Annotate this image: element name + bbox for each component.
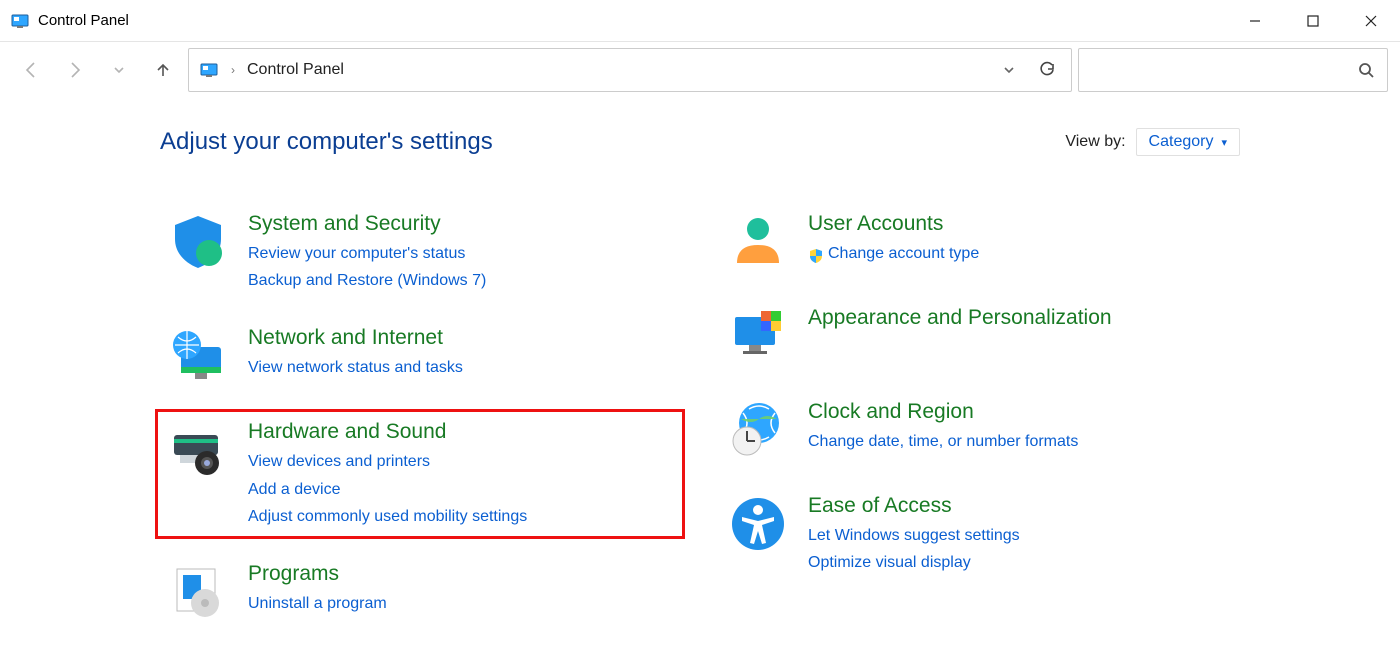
category-title[interactable]: User Accounts [808,212,979,236]
globe-monitor-icon [166,324,230,388]
nav-row: › Control Panel [0,42,1400,98]
left-column: System and Security Review your computer… [160,206,680,628]
control-panel-appicon [10,11,30,31]
accessibility-icon [726,492,790,556]
category-title[interactable]: Ease of Access [808,494,1020,518]
maximize-button[interactable] [1284,0,1342,42]
category-programs: Programs Uninstall a program [160,556,680,628]
category-link[interactable]: Optimize visual display [808,549,1020,576]
category-link[interactable]: Change account type [808,240,979,267]
category-title[interactable]: Hardware and Sound [248,420,527,444]
address-icon [199,60,219,80]
category-title[interactable]: Network and Internet [248,326,463,350]
title-bar: Control Panel [0,0,1400,42]
category-link[interactable]: Add a device [248,476,527,503]
person-icon [726,210,790,274]
up-button[interactable] [144,51,182,89]
view-by-dropdown[interactable]: Category ▾ [1136,128,1240,156]
shield-icon [166,210,230,274]
monitor-colors-icon [726,304,790,368]
category-link-text: Change account type [828,245,979,262]
right-column: User Accounts Change account type [720,206,1240,628]
close-button[interactable] [1342,0,1400,42]
category-title[interactable]: System and Security [248,212,486,236]
category-link[interactable]: View devices and printers [248,448,527,475]
forward-button[interactable] [56,51,94,89]
window-title: Control Panel [38,12,129,29]
chevron-down-icon: ▾ [1221,136,1227,149]
category-link[interactable]: Adjust commonly used mobility settings [248,503,527,530]
category-link[interactable]: Uninstall a program [248,590,387,617]
printer-camera-icon [166,418,230,482]
address-bar[interactable]: › Control Panel [188,48,1072,92]
category-link[interactable]: Review your computer's status [248,240,486,267]
view-by-control: View by: Category ▾ [1065,128,1240,156]
category-appearance: Appearance and Personalization [720,300,1240,372]
search-box[interactable] [1078,48,1388,92]
content-area: Adjust your computer's settings View by:… [0,98,1400,628]
breadcrumb-location[interactable]: Control Panel [247,61,344,79]
view-by-label: View by: [1065,133,1125,151]
category-clock-region: Clock and Region Change date, time, or n… [720,394,1240,466]
category-link[interactable]: Backup and Restore (Windows 7) [248,267,486,294]
breadcrumb-separator-icon[interactable]: › [231,63,235,77]
search-input[interactable] [1091,61,1357,80]
category-ease-access: Ease of Access Let Windows suggest setti… [720,488,1240,580]
recent-locations-button[interactable] [100,51,138,89]
category-link[interactable]: Change date, time, or number formats [808,428,1078,455]
back-button[interactable] [12,51,50,89]
globe-clock-icon [726,398,790,462]
category-network-internet: Network and Internet View network status… [160,320,680,392]
programs-icon [166,560,230,624]
category-user-accounts: User Accounts Change account type [720,206,1240,278]
category-title[interactable]: Programs [248,562,387,586]
view-by-value: Category [1149,133,1214,151]
category-system-security: System and Security Review your computer… [160,206,680,298]
category-title[interactable]: Clock and Region [808,400,1078,424]
category-link[interactable]: View network status and tasks [248,354,463,381]
search-icon[interactable] [1357,61,1375,79]
category-link[interactable]: Let Windows suggest settings [808,522,1020,549]
address-history-button[interactable] [995,51,1023,89]
page-heading: Adjust your computer's settings [160,128,493,156]
uac-shield-icon [808,248,824,264]
minimize-button[interactable] [1226,0,1284,42]
refresh-button[interactable] [1033,51,1061,89]
category-hardware-sound: Hardware and Sound View devices and prin… [160,414,680,534]
category-title[interactable]: Appearance and Personalization [808,306,1112,330]
